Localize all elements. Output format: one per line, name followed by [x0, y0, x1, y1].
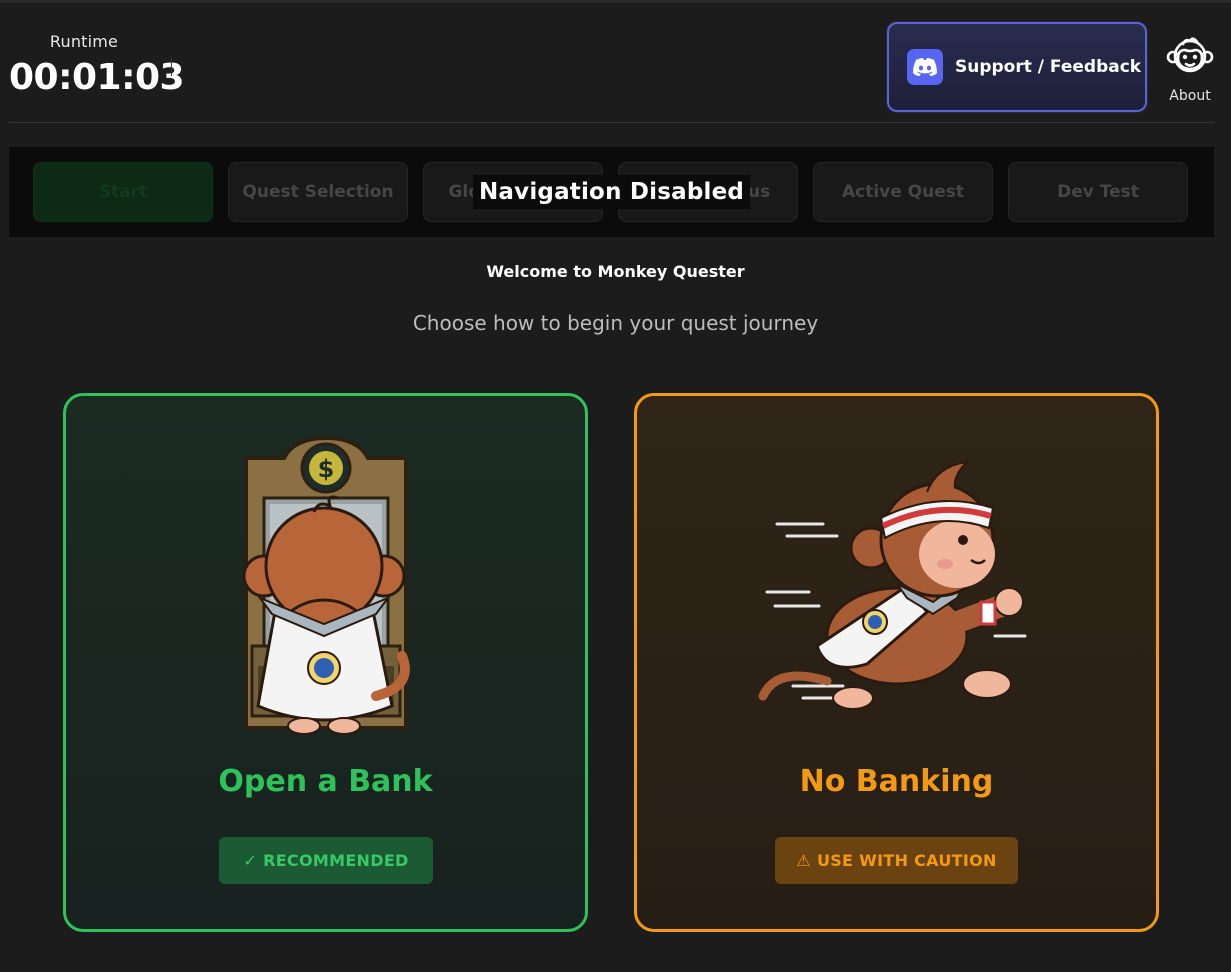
support-feedback-label: Support / Feedback [955, 57, 1142, 77]
header-divider [9, 122, 1214, 123]
tab-quest-selection[interactable]: Quest Selection [228, 162, 408, 222]
warning-icon: ⚠ [796, 851, 811, 870]
tab-global-status[interactable]: Global Status [423, 162, 603, 222]
running-monkey-illustration [637, 436, 1156, 746]
runtime-label: Runtime [49, 32, 119, 51]
open-bank-title: Open a Bank [218, 764, 433, 799]
no-banking-title: No Banking [799, 764, 994, 799]
tab-start[interactable]: Start [33, 162, 213, 222]
subtitle: Choose how to begin your quest journey [412, 311, 819, 335]
tab-active-quest[interactable]: Active Quest [813, 162, 993, 222]
support-feedback-button[interactable]: Support / Feedback [887, 22, 1147, 112]
recommended-label: RECOMMENDED [263, 851, 409, 870]
recommended-badge: ✓ RECOMMENDED [219, 837, 433, 884]
open-bank-card[interactable]: $ Open a Bank ✓ RECOMMENDED [63, 393, 588, 932]
about-button[interactable]: About [1161, 32, 1219, 104]
discord-icon [907, 49, 943, 85]
nav-bar: Start Quest Selection Global Status Ques… [9, 147, 1214, 237]
bank-monkey-illustration: $ [66, 436, 585, 746]
caution-label: USE WITH CAUTION [816, 851, 997, 870]
tab-dev-test[interactable]: Dev Test [1008, 162, 1188, 222]
monkey-icon [1166, 37, 1214, 73]
about-label: About [1169, 88, 1211, 104]
welcome-heading: Welcome to Monkey Quester [486, 262, 745, 281]
runtime-value: 00:01:03 [9, 57, 185, 98]
check-icon: ✓ [243, 851, 258, 870]
tab-quest-status[interactable]: Quest Status [618, 162, 798, 222]
no-banking-card[interactable]: No Banking ⚠ USE WITH CAUTION [634, 393, 1159, 932]
caution-badge: ⚠ USE WITH CAUTION [775, 837, 1018, 884]
top-border [0, 0, 1231, 3]
runtime-display: Runtime 00:01:03 [9, 32, 185, 98]
runtime-divider [171, 58, 172, 76]
svg-text:$: $ [317, 455, 334, 483]
